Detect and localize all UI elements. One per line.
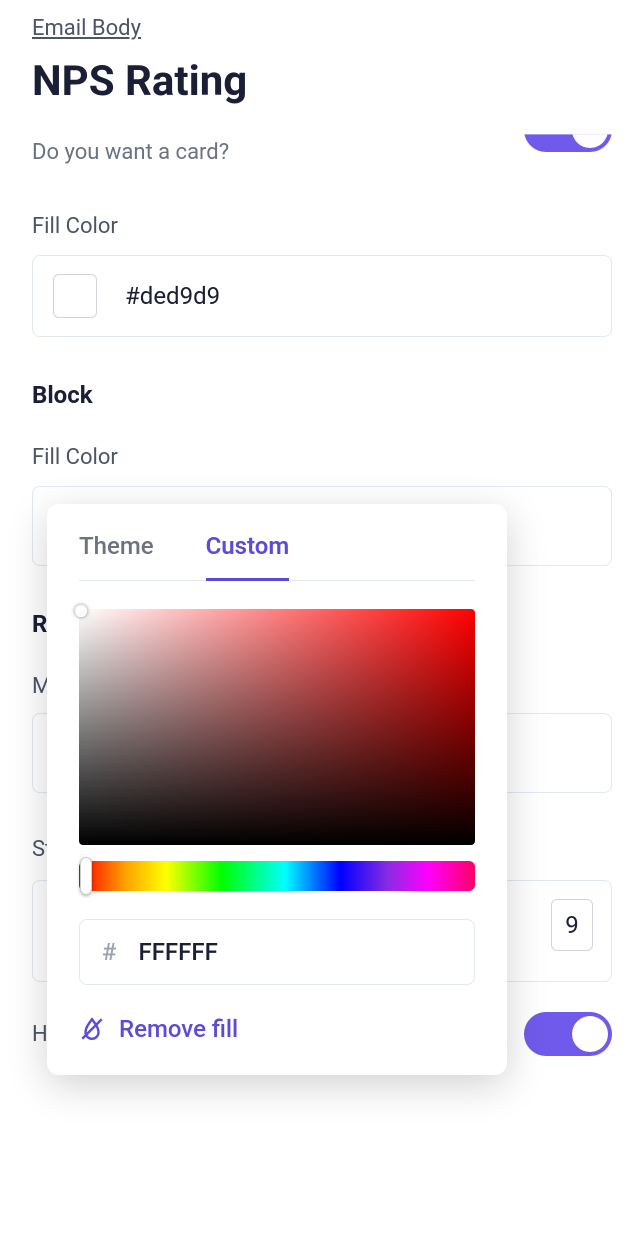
saturation-value-panel[interactable] [79,609,475,845]
hex-input[interactable]: # [79,919,475,985]
fill-color-value: #ded9d9 [125,282,220,310]
fill-color-swatch[interactable] [53,274,97,318]
color-picker-popover: Theme Custom # Remove fill [47,504,507,1075]
breadcrumb-email-body[interactable]: Email Body [32,16,141,41]
card-prompt-row: Do you want a card? [32,130,612,174]
help-text-toggle[interactable] [524,1012,612,1056]
hex-hash: # [102,938,116,966]
toggle-knob [572,112,608,148]
block-heading: Block [32,381,612,409]
fill-color-field[interactable]: #ded9d9 [32,255,612,337]
block-fill-label: Fill Color [32,445,612,470]
tab-theme[interactable]: Theme [79,532,154,580]
sv-thumb[interactable] [75,605,87,617]
score-last[interactable]: 9 [551,899,593,951]
tab-custom[interactable]: Custom [206,532,290,581]
fill-color-label: Fill Color [32,214,612,239]
page-title: NPS Rating [32,57,612,106]
picker-tabs: Theme Custom [79,532,475,581]
toggle-knob [572,1016,608,1052]
hue-thumb[interactable] [80,857,92,895]
remove-fill-button[interactable]: Remove fill [79,1015,475,1043]
hex-value-input[interactable] [138,938,338,966]
card-prompt-text: Do you want a card? [32,140,229,165]
remove-fill-icon [79,1016,105,1042]
card-toggle[interactable] [524,108,612,152]
hue-slider[interactable] [79,861,475,891]
remove-fill-label: Remove fill [119,1015,238,1043]
